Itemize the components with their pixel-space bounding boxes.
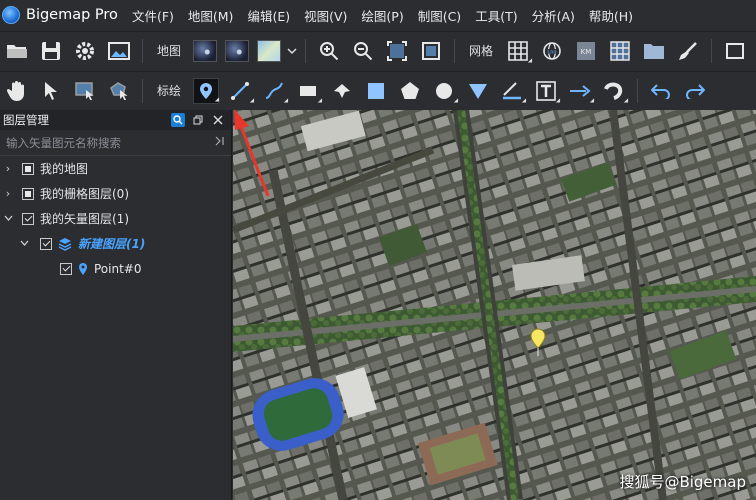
red-arrow-annotation xyxy=(234,109,270,197)
rectangle-tool[interactable] xyxy=(295,78,321,104)
close-icon[interactable] xyxy=(211,113,225,127)
tree-item-new-layer[interactable]: 新建图层(1) xyxy=(0,231,231,256)
point-pin-icon xyxy=(78,262,88,276)
collapse-arrow-icon[interactable] xyxy=(2,212,14,225)
tree-item-raster-layers[interactable]: › 我的栅格图层(0) xyxy=(0,181,231,206)
map-dropdown-chevron-icon[interactable] xyxy=(287,38,297,64)
grid-icon[interactable] xyxy=(505,38,531,64)
arrow-shape-tool[interactable] xyxy=(329,78,355,104)
toolbar-separator xyxy=(142,38,143,63)
map-view[interactable]: 搜狐号@Bigemap xyxy=(233,110,756,500)
km-grid-icon[interactable]: KM xyxy=(573,38,599,64)
float-panel-icon[interactable] xyxy=(191,113,205,127)
layer-panel-title: 图层管理 xyxy=(3,113,49,127)
select-pointer-icon[interactable] xyxy=(38,78,64,104)
polygon-select-icon[interactable] xyxy=(106,78,132,104)
circle-tool[interactable] xyxy=(431,78,457,104)
save-button[interactable] xyxy=(38,38,64,64)
layer-search-bar[interactable]: 输入矢量图元名称搜索 xyxy=(0,130,231,156)
toolbar-separator xyxy=(637,78,639,103)
overflow-icon[interactable] xyxy=(722,38,748,64)
tree-item-point[interactable]: Point#0 xyxy=(0,256,231,281)
street-map-thumbnail[interactable] xyxy=(257,39,282,62)
point-marker-tool[interactable] xyxy=(193,77,220,104)
tree-item-label: 新建图层(1) xyxy=(78,237,146,251)
grid-label: 网格 xyxy=(469,44,494,58)
globe-lnglat-icon[interactable]: Lng xyxy=(539,38,565,64)
menu-edit[interactable]: 编辑(E) xyxy=(247,6,290,25)
layer-panel-header: 图层管理 xyxy=(0,110,231,130)
toolbar-separator xyxy=(711,38,713,63)
layers-stack-icon xyxy=(58,237,72,251)
folder-icon[interactable] xyxy=(641,38,667,64)
menu-analysis[interactable]: 分析(A) xyxy=(532,6,575,25)
tree-item-my-map[interactable]: › 我的地图 xyxy=(0,156,231,181)
collapse-arrow-icon[interactable] xyxy=(18,237,30,250)
expand-arrow-icon[interactable]: › xyxy=(2,162,14,175)
rect-select-icon[interactable] xyxy=(72,78,98,104)
square-tool[interactable] xyxy=(363,78,389,104)
zoom-extent-icon[interactable] xyxy=(384,38,410,64)
tree-item-label: 我的栅格图层(0) xyxy=(40,187,129,201)
menu-file[interactable]: 文件(F) xyxy=(132,6,174,25)
tree-item-vector-layers[interactable]: 我的矢量图层(1) xyxy=(0,206,231,231)
main-toolbar: 地图 网格 Lng KM xyxy=(0,31,756,69)
brush-clear-icon[interactable] xyxy=(675,38,701,64)
menu-map[interactable]: 地图(M) xyxy=(188,6,234,25)
tree-item-label: Point#0 xyxy=(94,261,142,276)
satellite-imagery xyxy=(233,110,756,500)
settings-gear-icon[interactable] xyxy=(72,38,98,64)
menu-view[interactable]: 视图(V) xyxy=(304,6,347,25)
svg-text:Lng: Lng xyxy=(547,49,556,55)
toolbar-separator xyxy=(305,38,307,63)
polyline-tool[interactable] xyxy=(227,78,253,104)
layer-checkbox[interactable] xyxy=(22,187,34,200)
drawing-toolbar: 标绘 xyxy=(0,71,756,109)
layer-checkbox[interactable] xyxy=(22,162,34,175)
zoom-in-icon[interactable] xyxy=(316,38,342,64)
dark-map-thumbnail[interactable] xyxy=(225,39,250,62)
watermark-text: 搜狐号@Bigemap xyxy=(619,473,746,491)
tree-item-label: 我的矢量图层(1) xyxy=(40,212,129,226)
curved-arrow-tool[interactable] xyxy=(601,78,627,104)
text-tool[interactable] xyxy=(533,78,559,104)
tree-item-label: 我的地图 xyxy=(40,162,89,176)
layer-checkbox[interactable] xyxy=(60,262,72,275)
map-label: 地图 xyxy=(157,44,182,58)
menu-cartography[interactable]: 制图(C) xyxy=(418,6,461,25)
menu-help[interactable]: 帮助(H) xyxy=(589,6,633,25)
layer-panel: 图层管理 输入矢量图元名称搜索 › 我的地图 › 我的栅格图层(0) 我的矢量图… xyxy=(0,110,232,500)
collapse-panel-icon[interactable] xyxy=(215,136,225,149)
layer-checkbox[interactable] xyxy=(40,237,52,250)
measure-tool[interactable] xyxy=(499,78,525,104)
night-map-thumbnail[interactable] xyxy=(193,39,218,62)
app-logo-icon xyxy=(2,6,20,24)
map-sheet-grid-icon[interactable] xyxy=(607,38,633,64)
svg-text:KM: KM xyxy=(581,48,592,56)
undo-icon[interactable] xyxy=(648,78,674,104)
menu-draw[interactable]: 绘图(P) xyxy=(361,6,403,25)
app-title: Bigemap Pro xyxy=(26,7,118,23)
pentagon-tool[interactable] xyxy=(397,78,423,104)
pan-hand-icon[interactable] xyxy=(4,78,30,104)
open-folder-button[interactable] xyxy=(4,38,30,64)
toolbar-separator xyxy=(454,38,456,63)
image-button[interactable] xyxy=(106,38,132,64)
annotate-label: 标绘 xyxy=(157,84,182,98)
redo-icon[interactable] xyxy=(682,78,708,104)
fullscreen-icon[interactable] xyxy=(418,38,444,64)
toolbar-separator xyxy=(142,78,143,103)
layer-checkbox[interactable] xyxy=(22,212,34,225)
layer-search-input[interactable]: 输入矢量图元名称搜索 xyxy=(6,135,215,151)
sector-tool[interactable] xyxy=(465,78,491,104)
title-bar: Bigemap Pro 文件(F) 地图(M) 编辑(E) 视图(V) 绘图(P… xyxy=(0,0,756,30)
search-icon[interactable] xyxy=(171,113,185,127)
curve-tool[interactable] xyxy=(261,78,287,104)
menu-tools[interactable]: 工具(T) xyxy=(475,6,517,25)
expand-arrow-icon[interactable]: › xyxy=(2,187,14,200)
straight-arrow-tool[interactable] xyxy=(567,78,593,104)
zoom-out-icon[interactable] xyxy=(350,38,376,64)
